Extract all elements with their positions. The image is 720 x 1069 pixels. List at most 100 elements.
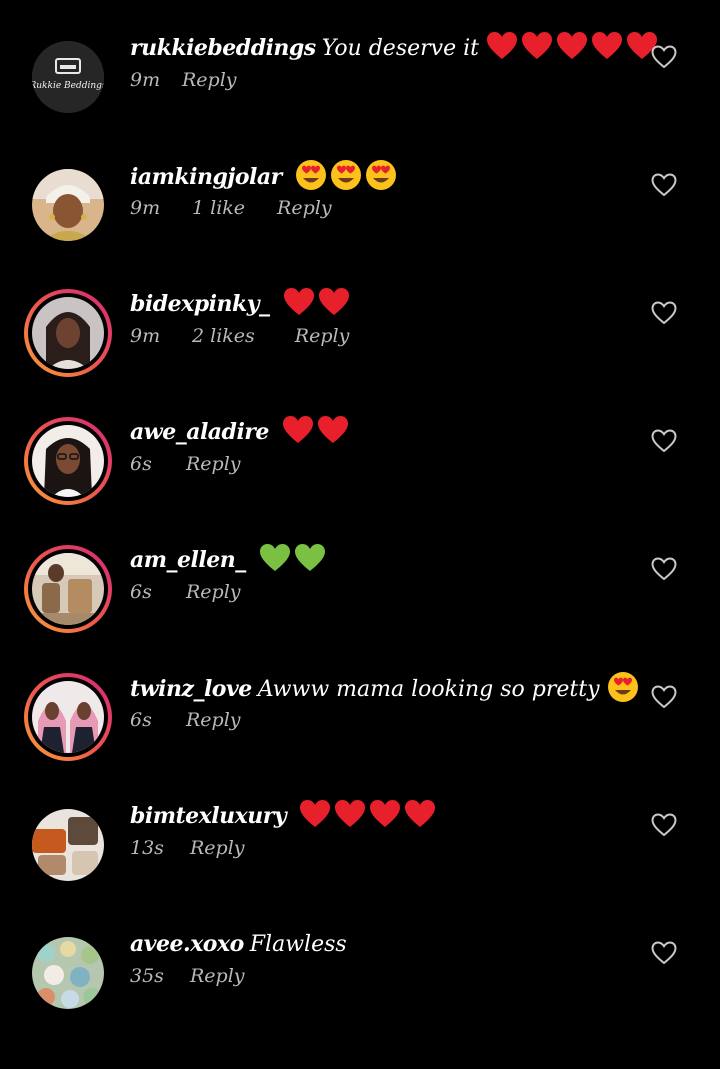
comment-row: avee.xoxo Flawless 35s Reply [0,931,720,1069]
heart-outline-icon[interactable] [651,685,677,709]
comment-meta: 6s Reply [130,453,241,475]
username[interactable]: am_ellen_ [130,547,246,573]
profile-photo [32,809,104,881]
comment-text: You deserve it [321,36,479,61]
red-heart-emoji [282,416,313,443]
red-heart-emoji [300,800,331,827]
comment-header: twinz_love Awww mama looking so pretty [130,671,642,707]
profile-photo [32,553,104,625]
reply-button[interactable]: Reply [190,965,245,987]
username[interactable]: bimtexluxury [130,803,287,829]
emoji-group [282,416,352,445]
rukkie-logo-avatar: Rukkie Beddings [32,41,104,113]
comment-meta: 9m 2 likes Reply [130,325,349,347]
red-heart-emoji [318,288,349,315]
heart-eyes-emoji [365,160,396,190]
red-heart-emoji [317,416,348,443]
heart-outline-icon[interactable] [651,429,677,453]
red-heart-emoji [283,288,314,315]
heart-outline-icon[interactable] [651,941,677,965]
reply-button[interactable]: Reply [190,837,245,859]
username[interactable]: awe_aladire [130,419,269,445]
username[interactable]: avee.xoxo [130,931,244,957]
red-heart-emoji [591,32,622,59]
timestamp: 9m [130,69,161,91]
comment-meta: 35s Reply [130,965,245,987]
profile-photo [32,297,104,369]
heart-eyes-emoji [295,160,326,190]
username[interactable]: twinz_love [130,676,252,702]
comment-text: Awww mama looking so pretty [257,677,600,702]
comment-row: am_ellen_ 6s Reply [0,544,720,685]
comments-list: Rukkie Beddings rukkiebeddings You deserv… [0,0,720,1009]
reply-button[interactable]: Reply [182,69,237,91]
avatar-story-ring[interactable] [24,545,112,633]
avatar[interactable] [24,801,112,889]
reply-button[interactable]: Reply [295,325,350,347]
comment-header: awe_aladire [130,415,352,450]
emoji-group [259,544,329,573]
profile-photo [32,937,104,1009]
avatar-story-ring[interactable] [24,673,112,761]
avatar[interactable]: Rukkie Beddings [24,33,112,121]
avatar[interactable] [24,929,112,1017]
heart-outline-icon[interactable] [651,813,677,837]
reply-button[interactable]: Reply [277,197,332,219]
comment-header: iamkingjolar [130,159,400,195]
timestamp: 13s [130,837,164,859]
heart-outline-icon[interactable] [651,557,677,581]
comment-text: Flawless [249,932,347,957]
green-heart-emoji [259,544,290,571]
comment-meta: 9m Reply [130,69,237,91]
comment-row: bidexpinky_ 9m 2 likes Reply [0,288,720,429]
comment-header: bimtexluxury [130,799,439,834]
comment-row: Rukkie Beddings rukkiebeddings You deserv… [0,32,720,173]
comment-header: rukkiebeddings You deserve it [130,31,661,66]
svg-text:Rukkie Beddings: Rukkie Beddings [32,81,104,91]
profile-photo [32,169,104,241]
avatar-story-ring[interactable] [24,417,112,505]
heart-outline-icon[interactable] [651,45,677,69]
red-heart-emoji [335,800,366,827]
likes-count[interactable]: 2 likes [192,325,255,347]
profile-photo [32,425,104,497]
emoji-group [486,32,661,61]
profile-photo [32,681,104,753]
red-heart-emoji [486,32,517,59]
red-heart-emoji [521,32,552,59]
reply-button[interactable]: Reply [186,581,241,603]
emoji-group [283,288,353,317]
timestamp: 9m [130,197,161,219]
comment-meta: 13s Reply [130,837,245,859]
comment-row: bimtexluxury 13s Reply [0,800,720,941]
heart-outline-icon[interactable] [651,173,677,197]
username[interactable]: iamkingjolar [130,164,282,190]
red-heart-emoji [405,800,436,827]
comment-meta: 9m 1 like Reply [130,197,332,219]
heart-eyes-emoji [607,672,638,702]
emoji-group [295,160,400,190]
emoji-group [607,672,642,702]
comment-header: am_ellen_ [130,543,329,578]
comment-header: avee.xoxo Flawless [130,927,347,962]
avatar-story-ring[interactable] [24,289,112,377]
timestamp: 6s [130,453,152,475]
timestamp: 6s [130,709,152,731]
timestamp: 35s [130,965,164,987]
comment-meta: 6s Reply [130,709,241,731]
username[interactable]: rukkiebeddings [130,35,316,61]
avatar[interactable] [24,161,112,249]
heart-outline-icon[interactable] [651,301,677,325]
timestamp: 9m [130,325,161,347]
comment-row: twinz_love Awww mama looking so pretty 6s… [0,672,720,813]
timestamp: 6s [130,581,152,603]
reply-button[interactable]: Reply [186,709,241,731]
username[interactable]: bidexpinky_ [130,291,270,317]
comment-row: iamkingjolar 9m 1 like Reply [0,160,720,301]
likes-count[interactable]: 1 like [192,197,245,219]
comment-header: bidexpinky_ [130,287,353,322]
comment-row: awe_aladire 6s Reply [0,416,720,557]
red-heart-emoji [370,800,401,827]
reply-button[interactable]: Reply [186,453,241,475]
comment-meta: 6s Reply [130,581,241,603]
